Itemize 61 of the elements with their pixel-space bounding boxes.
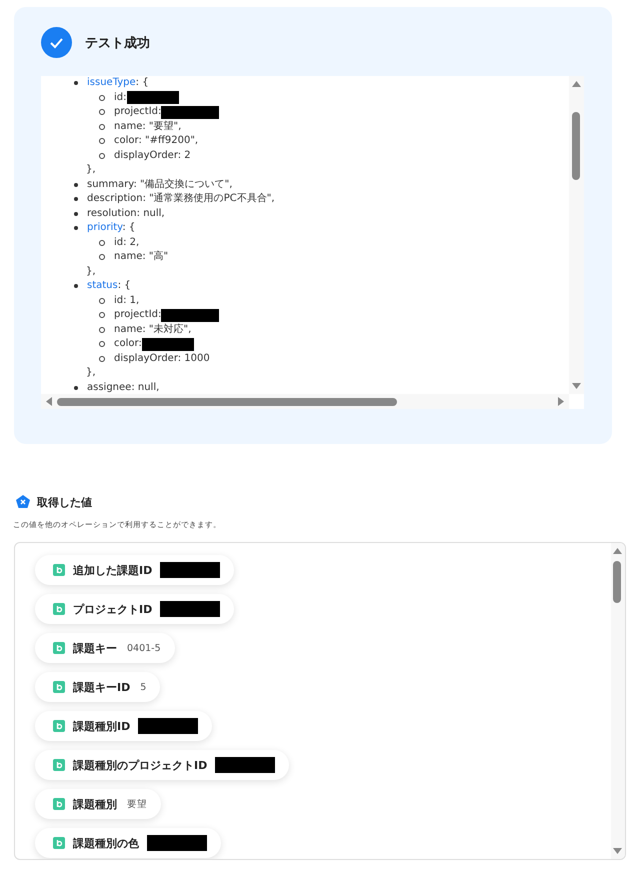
code-line: name: "高" bbox=[114, 250, 168, 264]
value-chip[interactable]: 課題種別 要望 bbox=[35, 789, 161, 819]
section-title: 取得した値 bbox=[37, 494, 92, 510]
code-line: }, bbox=[86, 366, 96, 380]
value-chip[interactable]: 課題種別のプロジェクトID bbox=[35, 750, 290, 780]
scroll-up-icon[interactable] bbox=[571, 80, 582, 88]
code-line: assignee: null, bbox=[87, 380, 160, 394]
value-label: 追加した課題ID bbox=[73, 562, 152, 578]
value-chip[interactable]: プロジェクトID bbox=[35, 594, 234, 624]
code-line: id: bbox=[114, 90, 126, 104]
code-line: color: "#ff9200", bbox=[114, 134, 198, 148]
scroll-down-icon[interactable] bbox=[612, 847, 623, 855]
code-line: resolution: null, bbox=[87, 206, 165, 220]
code-line: projectId: bbox=[114, 105, 162, 119]
output-icon bbox=[15, 494, 31, 510]
value-label: 課題キー bbox=[73, 640, 117, 656]
value-text: 0401-5 bbox=[127, 642, 161, 654]
code-line: priority: { bbox=[87, 221, 136, 235]
value-chip[interactable]: 課題キーID 5 bbox=[35, 672, 160, 702]
app-icon bbox=[53, 603, 65, 615]
app-icon bbox=[53, 798, 65, 810]
code-line: displayOrder: 1000 bbox=[114, 352, 210, 366]
scroll-left-icon[interactable] bbox=[45, 396, 53, 407]
app-icon bbox=[53, 564, 65, 576]
code-line: displayOrder: 2 bbox=[114, 148, 191, 162]
code-line: status: { bbox=[87, 279, 131, 293]
code-line: name: "未対応", bbox=[114, 322, 192, 336]
scroll-right-icon[interactable] bbox=[557, 396, 565, 407]
code-line: }, bbox=[86, 163, 96, 177]
app-icon bbox=[53, 681, 65, 693]
value-label: 課題種別 bbox=[73, 796, 117, 812]
code-line: summary: "備品交換について", bbox=[87, 178, 232, 192]
value-chip[interactable]: 追加した課題ID bbox=[35, 555, 234, 585]
app-icon bbox=[53, 759, 65, 771]
scroll-up-icon[interactable] bbox=[612, 547, 623, 555]
code-line: description: "通常業務使用のPC不具合", bbox=[87, 192, 275, 206]
code-line: color: bbox=[114, 337, 142, 351]
app-icon bbox=[53, 720, 65, 732]
app-icon bbox=[53, 837, 65, 849]
value-chip[interactable]: 課題種別ID bbox=[35, 711, 212, 741]
scroll-down-icon[interactable] bbox=[571, 382, 582, 390]
value-label: 課題種別の色 bbox=[73, 836, 139, 850]
code-line: issueType: { bbox=[87, 76, 149, 90]
code-line: name: "要望", bbox=[114, 120, 182, 134]
code-line: id: 2, bbox=[114, 236, 140, 250]
value-label: 課題キーID bbox=[73, 680, 130, 694]
code-line: projectId: bbox=[114, 308, 162, 322]
value-label: プロジェクトID bbox=[73, 602, 152, 616]
scrollbar-thumb[interactable] bbox=[572, 112, 580, 180]
scrollbar-thumb[interactable] bbox=[57, 398, 397, 406]
result-title: テスト成功 bbox=[85, 34, 150, 52]
value-text: 要望 bbox=[127, 798, 147, 810]
value-chip[interactable]: 課題種別の色 bbox=[35, 828, 221, 858]
app-icon bbox=[53, 642, 65, 654]
value-text: 5 bbox=[140, 682, 146, 692]
value-label: 課題種別ID bbox=[73, 718, 130, 734]
scrollbar-thumb[interactable] bbox=[613, 561, 621, 603]
code-line: }, bbox=[86, 264, 96, 278]
code-line: id: 1, bbox=[114, 294, 140, 308]
value-chip[interactable]: 課題キー 0401-5 bbox=[35, 633, 175, 663]
value-label: 課題種別のプロジェクトID bbox=[73, 758, 208, 772]
